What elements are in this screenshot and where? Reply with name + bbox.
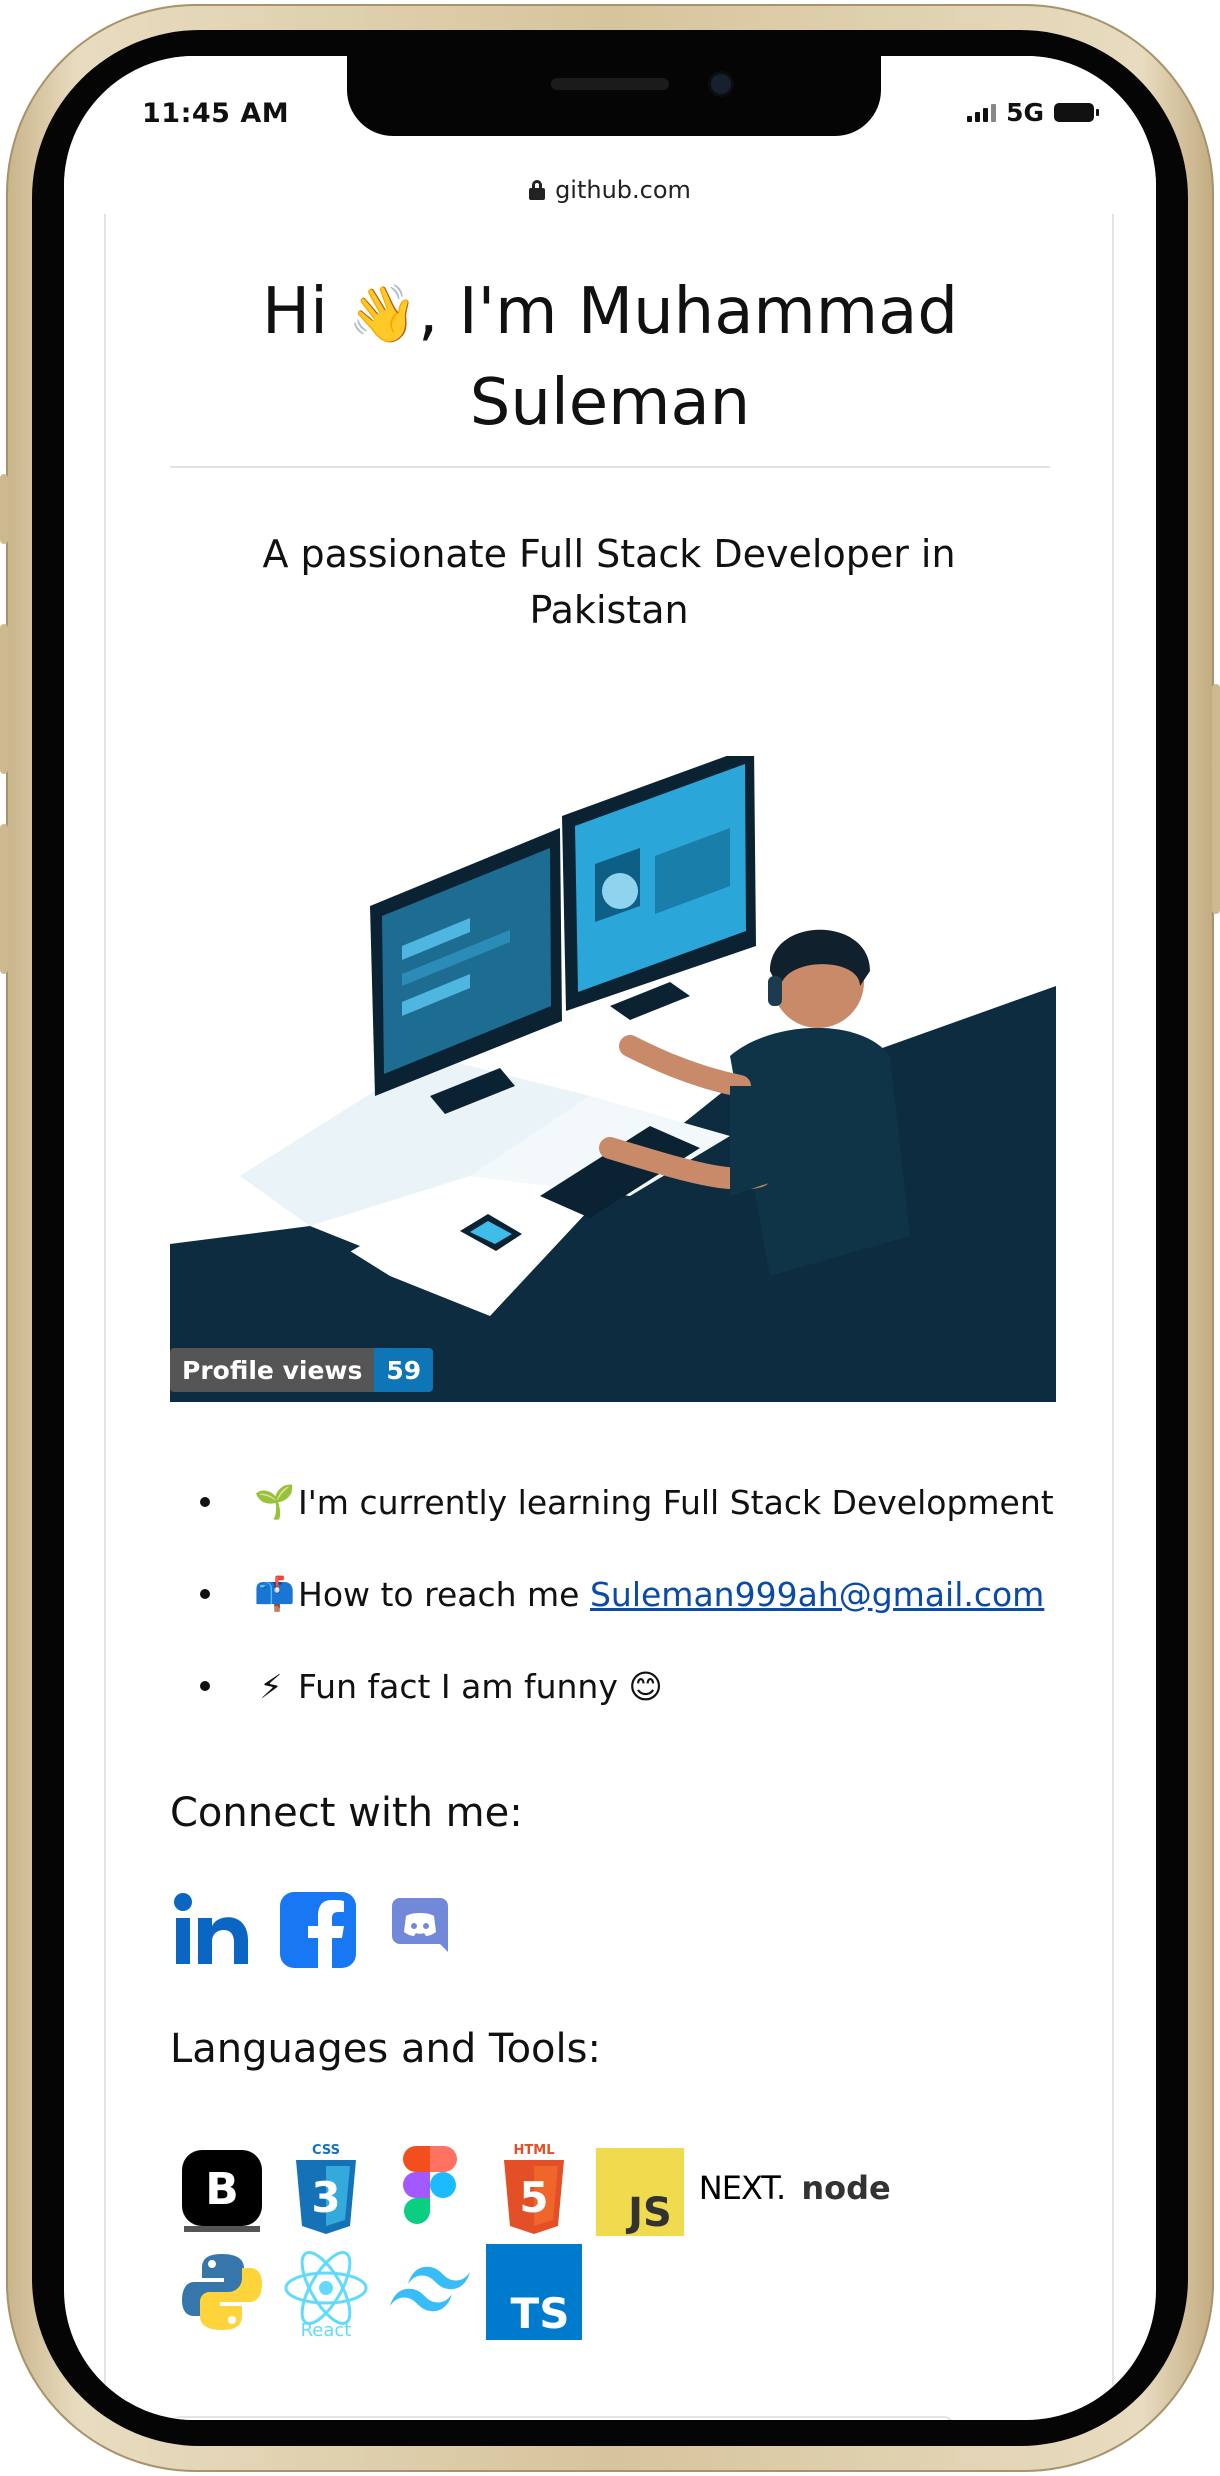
status-time: 11:45 AM bbox=[142, 98, 290, 129]
page-title: Hi 👋, I'm Muhammad Suleman bbox=[170, 268, 1050, 447]
status-bar: 11:45 AM 5G bbox=[64, 56, 1156, 166]
title-divider bbox=[170, 466, 1050, 468]
social-links bbox=[170, 1888, 458, 1972]
svg-text:JS: JS bbox=[625, 2190, 672, 2236]
title-greeting: Hi bbox=[262, 275, 349, 349]
tools-heading: Languages and Tools: bbox=[170, 2026, 601, 2072]
camera-icon bbox=[711, 74, 731, 94]
html5-icon[interactable]: HTML 5 bbox=[482, 2136, 586, 2240]
css3-icon[interactable]: CSS 3 bbox=[274, 2136, 378, 2240]
side-button bbox=[0, 824, 8, 974]
phone-on-desk bbox=[460, 1214, 522, 1251]
javascript-icon[interactable]: JS bbox=[586, 2136, 690, 2240]
svg-text:React: React bbox=[301, 2320, 352, 2340]
side-button bbox=[0, 474, 8, 544]
lightning-icon: ⚡ bbox=[259, 1666, 283, 1706]
svg-text:5: 5 bbox=[519, 2173, 548, 2222]
figma-icon[interactable] bbox=[378, 2136, 482, 2240]
facebook-icon[interactable] bbox=[276, 1888, 360, 1972]
developer-illustration bbox=[170, 756, 1056, 1402]
speaker bbox=[551, 78, 669, 90]
svg-text:TS: TS bbox=[511, 2289, 570, 2338]
tools-grid: B CSS 3 HTML 5 JS NEXT. node React TS bbox=[170, 2136, 1050, 2344]
tools-row: React TS bbox=[170, 2240, 1050, 2344]
bootstrap-icon[interactable]: B bbox=[170, 2136, 274, 2240]
waving-hand-icon: 👋 bbox=[348, 282, 419, 347]
svg-text:HTML: HTML bbox=[514, 2143, 555, 2158]
svg-text:CSS: CSS bbox=[312, 2143, 340, 2158]
facts-list: 🌱 I'm currently learning Full Stack Deve… bbox=[170, 1456, 1090, 1732]
phone-screen: 11:45 AM 5G github.com Hi 👋, I'm Muhamma… bbox=[64, 56, 1156, 2420]
email-link[interactable]: Suleman999ah@gmail.com bbox=[590, 1575, 1044, 1614]
page-subtitle: A passionate Full Stack Developer in Pak… bbox=[262, 532, 956, 632]
signal-icon bbox=[967, 103, 997, 122]
network-label: 5G bbox=[1006, 98, 1044, 127]
battery-icon bbox=[1054, 103, 1099, 122]
badge-label: Profile views bbox=[170, 1348, 375, 1392]
linkedin-icon[interactable] bbox=[170, 1888, 254, 1972]
tailwind-icon[interactable] bbox=[378, 2240, 482, 2344]
url-text: github.com bbox=[555, 176, 691, 204]
side-button bbox=[0, 624, 8, 774]
title-name: , I'm Muhammad Suleman bbox=[418, 275, 958, 440]
list-item: 🌱 I'm currently learning Full Stack Deve… bbox=[170, 1456, 1090, 1548]
tools-row: B CSS 3 HTML 5 JS NEXT. node bbox=[170, 2136, 1050, 2240]
side-button bbox=[1212, 684, 1220, 914]
notch bbox=[347, 56, 881, 136]
connect-heading: Connect with me: bbox=[170, 1790, 523, 1836]
nextjs-icon[interactable]: NEXT. bbox=[690, 2136, 794, 2240]
react-icon[interactable]: React bbox=[274, 2240, 378, 2344]
nodejs-icon[interactable]: node bbox=[794, 2136, 898, 2240]
profile-views-badge[interactable]: Profile views 59 bbox=[170, 1348, 434, 1392]
right-monitor bbox=[562, 756, 756, 1020]
svg-text:B: B bbox=[205, 2164, 239, 2215]
fact-text: Fun fact I am funny bbox=[298, 1666, 629, 1706]
url-bar[interactable]: github.com bbox=[64, 166, 1156, 214]
typescript-icon[interactable]: TS bbox=[482, 2240, 586, 2344]
list-item: 📫 How to reach me Suleman999ah@gmail.com bbox=[170, 1548, 1090, 1640]
svg-text:3: 3 bbox=[311, 2173, 340, 2222]
mailbox-icon: 📫 bbox=[254, 1574, 296, 1613]
status-indicators: 5G bbox=[967, 98, 1099, 127]
python-icon[interactable] bbox=[170, 2240, 274, 2344]
fact-text: I'm currently learning Full Stack Develo… bbox=[298, 1482, 1054, 1522]
smile-icon: 😊 bbox=[628, 1666, 663, 1706]
discord-icon[interactable] bbox=[382, 1888, 458, 1972]
fact-text: How to reach me bbox=[298, 1574, 590, 1614]
stats-card bbox=[170, 2416, 954, 2420]
badge-value: 59 bbox=[374, 1348, 434, 1392]
lock-icon bbox=[529, 180, 546, 200]
seedling-icon: 🌱 bbox=[254, 1482, 296, 1521]
list-item: ⚡ Fun fact I am funny 😊 bbox=[170, 1640, 1090, 1732]
